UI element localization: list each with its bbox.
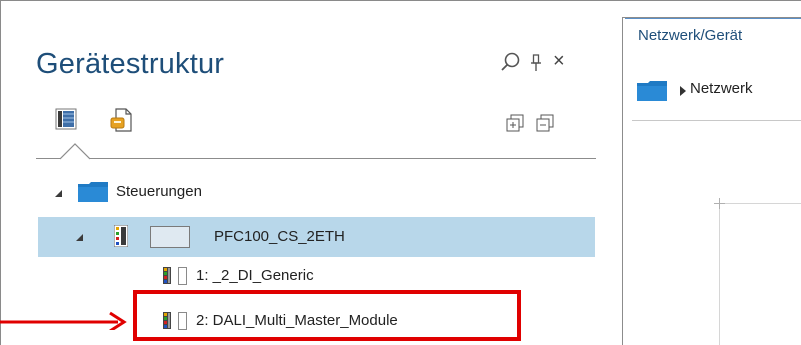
tree-node-controllers[interactable]: Steuerungen (50, 178, 590, 208)
breadcrumb-chevron-icon[interactable] (680, 86, 686, 96)
arrow-icon (0, 300, 140, 333)
expand-toggle-icon[interactable] (76, 234, 83, 241)
tree-node-label: 1: _2_DI_Generic (196, 267, 314, 284)
folder-icon (637, 80, 667, 107)
tree-node-module-1[interactable]: 1: _2_DI_Generic (160, 262, 580, 292)
folder-icon (78, 181, 108, 208)
tree-node-label: PFC100_CS_2ETH (214, 228, 345, 245)
document-view-tab-icon[interactable] (110, 108, 132, 132)
canvas-border-left (719, 203, 720, 345)
tab-network-device-view[interactable]: Netzwerk/Gerät (638, 27, 742, 44)
highlight-box (133, 290, 521, 341)
tree-node-pfc100-selected[interactable]: PFC100_CS_2ETH (38, 217, 595, 257)
tab-strip-divider (36, 158, 596, 159)
panel-divider (622, 17, 623, 345)
active-tab-indicator (59, 142, 91, 160)
controller-device-icon (113, 224, 129, 252)
module-slot-box (178, 267, 187, 285)
search-icon[interactable] (500, 52, 522, 79)
io-module-icon (163, 267, 171, 284)
window-frame-top (0, 0, 801, 1)
canvas-corner-mark (719, 198, 720, 209)
expand-all-icon[interactable] (506, 114, 524, 137)
canvas-border-top (719, 203, 801, 204)
pin-icon[interactable] (530, 54, 542, 77)
expand-toggle-icon[interactable] (55, 190, 62, 197)
right-tab-accent (625, 18, 801, 19)
breadcrumb-divider (632, 120, 801, 121)
window-frame-left (0, 0, 1, 345)
tree-node-label: Steuerungen (116, 183, 202, 200)
device-view-tab-icon[interactable] (55, 108, 77, 130)
collapse-all-icon[interactable] (536, 114, 554, 137)
panel-title: Gerätestruktur (36, 48, 225, 80)
device-status-box (150, 226, 190, 248)
close-icon[interactable]: × (553, 50, 565, 73)
breadcrumb-network[interactable]: Netzwerk (690, 80, 753, 97)
